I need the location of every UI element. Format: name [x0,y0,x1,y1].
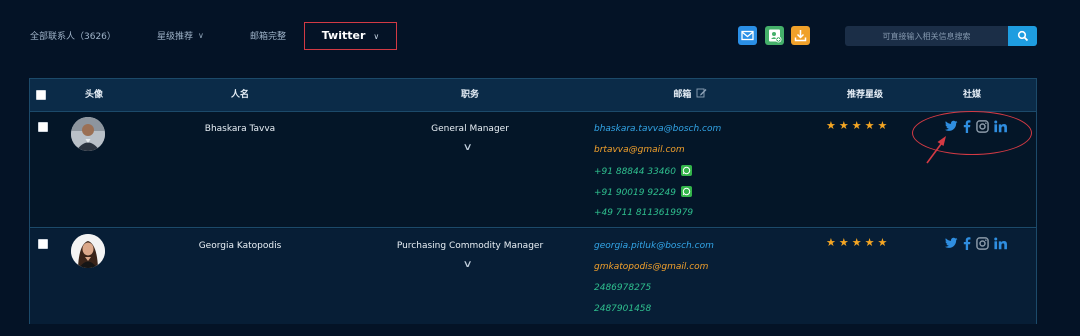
facebook-icon[interactable] [963,237,971,250]
table-row: Bhaskara Tavva General Manager ∨ bhaskar… [30,112,1036,228]
phone-number[interactable]: +49 711 8113619979 [594,207,721,228]
personal-email-text: brtavva@gmail.com [594,145,685,155]
header-title: 职务 [460,90,479,100]
phone-number[interactable]: 2486978275 [594,282,714,303]
contact-name: Bhaskara Tavva [204,124,276,134]
phone-number[interactable]: 2487901458 [594,303,714,324]
header-email-label: 邮箱 [673,90,692,100]
search-input[interactable] [845,26,1008,46]
avatar[interactable] [71,234,105,268]
phone-number-text: +91 88844 33460 [594,167,676,177]
whatsapp-icon[interactable] [680,165,692,176]
filter-email-complete-label: 邮箱完整 [250,32,287,42]
phone-number-text: +49 711 8113619979 [594,208,694,218]
personal-email-text: gmkatopodis@gmail.com [594,262,709,272]
contacts-table: 头像 人名 职务 邮箱 推荐星级 社媒 Bhaskara Tavva Gener… [29,78,1037,324]
contact-title: General Manager [431,124,509,134]
phone-number[interactable]: +91 90019 92249 [594,186,721,207]
chevron-down-icon[interactable]: ∨ [463,259,473,270]
contact-list: bhaskara.tavva@bosch.com brtavva@gmail.c… [594,123,721,228]
filter-twitter-active[interactable]: Twitter ∨ [304,22,397,50]
filter-twitter-label: Twitter [321,29,366,42]
add-contact-icon[interactable] [765,26,784,45]
phone-number[interactable]: +91 88844 33460 [594,165,721,186]
table-header: 头像 人名 职务 邮箱 推荐星级 社媒 [30,79,1036,112]
contact-name: Georgia Katopodis [198,241,282,251]
chevron-down-icon[interactable]: ∨ [463,142,473,153]
work-email[interactable]: georgia.pitluk@bosch.com [594,240,714,261]
filter-email-complete[interactable]: 邮箱完整 [250,24,286,50]
filter-all-contacts[interactable]: 全部联系人（3626） [30,24,116,50]
contact-title: Purchasing Commodity Manager [396,241,544,251]
personal-email[interactable]: brtavva@gmail.com [594,144,721,165]
phone-number-text: 2486978275 [594,283,652,293]
personal-email[interactable]: gmkatopodis@gmail.com [594,261,714,282]
header-name: 人名 [230,90,249,100]
work-email[interactable]: bhaskara.tavva@bosch.com [594,123,721,144]
filter-all-contacts-label: 全部联系人（3626） [30,32,116,42]
phone-number-text: +91 90019 92249 [594,188,676,198]
star-rating: ★★★★★ [826,119,891,132]
chevron-down-icon: ∨ [373,32,380,41]
linkedin-icon[interactable] [994,237,1008,250]
filter-star-recommend-label: 星级推荐 [157,32,194,42]
avatar[interactable] [71,117,105,151]
header-social: 社媒 [962,90,981,100]
search-icon [1017,30,1029,42]
contact-list: georgia.pitluk@bosch.com gmkatopodis@gma… [594,240,714,324]
twitter-icon[interactable] [945,237,958,249]
work-email-text: georgia.pitluk@bosch.com [594,241,714,251]
phone-number-text: 2487901458 [594,304,652,314]
table-row: Georgia Katopodis Purchasing Commodity M… [30,229,1036,324]
edit-icon[interactable] [696,87,707,98]
chevron-down-icon: ∨ [198,31,204,40]
header-email: 邮箱 [670,79,710,112]
header-avatar: 头像 [84,90,103,100]
instagram-icon[interactable] [976,237,989,250]
mail-icon[interactable] [738,26,757,45]
work-email-text: bhaskara.tavva@bosch.com [594,124,722,134]
header-rating: 推荐星级 [846,90,883,100]
row-checkbox[interactable] [38,122,48,132]
download-icon[interactable] [791,26,810,45]
annotation-arrow-icon [926,136,946,164]
whatsapp-icon[interactable] [680,186,692,197]
select-all-checkbox[interactable] [36,90,46,100]
filter-star-recommend[interactable]: 星级推荐 ∨ [157,24,204,50]
search-button[interactable] [1008,26,1037,46]
row-checkbox[interactable] [38,239,48,249]
star-rating: ★★★★★ [826,236,891,249]
